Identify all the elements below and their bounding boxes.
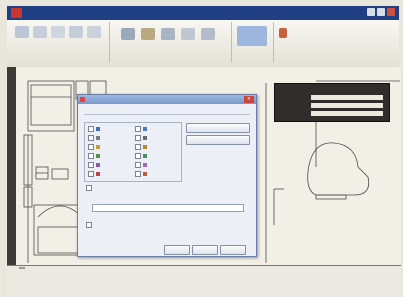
checkbox[interactable] [135, 162, 141, 168]
object-icon [143, 154, 147, 158]
dialog-title-bar[interactable]: × [78, 95, 256, 104]
list-item[interactable] [88, 126, 102, 132]
close-icon[interactable] [387, 8, 395, 16]
ribbon-tool-icon[interactable] [181, 28, 195, 40]
app-icon[interactable] [11, 8, 22, 18]
checkbox[interactable] [88, 162, 94, 168]
layout-tabs [11, 267, 33, 269]
ribbon-group [111, 22, 232, 62]
checkbox[interactable] [88, 144, 94, 150]
palette-label[interactable] [7, 137, 16, 187]
modal-dialog: × [77, 94, 257, 257]
object-icon [143, 127, 147, 131]
checkbox[interactable] [135, 135, 141, 141]
ribbon-tool-icon[interactable] [51, 26, 65, 38]
checkbox[interactable] [135, 144, 141, 150]
window-controls [367, 8, 395, 16]
checkbox[interactable] [88, 126, 94, 132]
list-item[interactable] [88, 144, 102, 150]
object-icon [96, 145, 100, 149]
checkbox[interactable] [88, 153, 94, 159]
option-row[interactable] [86, 185, 94, 191]
list-item[interactable] [88, 153, 102, 159]
property-value-field[interactable] [311, 95, 383, 100]
ribbon-tool-icon[interactable] [87, 26, 101, 38]
list-item[interactable] [135, 171, 149, 177]
ribbon-tool-icon[interactable] [141, 28, 155, 40]
app-window: × [0, 0, 403, 297]
object-icon [96, 127, 100, 131]
checkbox[interactable] [86, 222, 92, 228]
checkbox[interactable] [86, 185, 92, 191]
properties-panel [274, 83, 390, 122]
list-item[interactable] [135, 126, 149, 132]
ribbon-tool-icon[interactable] [15, 26, 29, 38]
list-item[interactable] [135, 162, 149, 168]
option-row[interactable] [86, 222, 94, 228]
ribbon-tool-icon[interactable] [161, 28, 175, 40]
value-field[interactable] [92, 204, 244, 212]
select-all-button[interactable] [186, 123, 250, 133]
clear-all-button[interactable] [186, 135, 250, 145]
tab-layout1[interactable] [19, 267, 25, 269]
cancel-button[interactable] [192, 245, 218, 255]
list-item[interactable] [135, 153, 149, 159]
divider [84, 114, 250, 115]
help-button[interactable] [220, 245, 246, 255]
property-value-field[interactable] [311, 103, 383, 108]
tool-palette-bar [7, 67, 16, 265]
palette-label[interactable] [7, 73, 16, 123]
object-type-group [84, 122, 182, 182]
object-icon [143, 136, 147, 140]
command-window [7, 265, 401, 297]
ribbon-large-tool-icon[interactable] [237, 26, 267, 46]
minimize-icon[interactable] [367, 8, 375, 16]
ribbon-tool-icon[interactable] [33, 26, 47, 38]
object-icon [96, 136, 100, 140]
object-icon [96, 154, 100, 158]
ribbon [7, 20, 399, 68]
ribbon-tool-icon[interactable] [69, 26, 83, 38]
checkbox[interactable] [135, 153, 141, 159]
dialog-app-icon [80, 97, 85, 102]
list-item[interactable] [88, 135, 102, 141]
wrench-icon[interactable] [279, 28, 287, 38]
close-icon[interactable]: × [244, 96, 254, 103]
object-icon [143, 172, 147, 176]
ok-button[interactable] [164, 245, 190, 255]
list-item[interactable] [135, 144, 149, 150]
object-icon [143, 163, 147, 167]
palette-label[interactable] [7, 201, 16, 251]
ribbon-tool-icon[interactable] [201, 28, 215, 40]
checkbox[interactable] [88, 135, 94, 141]
checkbox[interactable] [135, 171, 141, 177]
ribbon-tool-icon[interactable] [121, 28, 135, 40]
ribbon-group [11, 22, 110, 62]
object-icon [143, 145, 147, 149]
checkbox[interactable] [135, 126, 141, 132]
ribbon-group [233, 22, 274, 62]
object-icon [96, 172, 100, 176]
checkbox[interactable] [88, 171, 94, 177]
list-item[interactable] [88, 162, 102, 168]
list-item[interactable] [135, 135, 149, 141]
title-bar [7, 6, 399, 20]
object-icon [96, 163, 100, 167]
property-value-field[interactable] [311, 111, 383, 116]
list-item[interactable] [88, 171, 102, 177]
maximize-icon[interactable] [377, 8, 385, 16]
